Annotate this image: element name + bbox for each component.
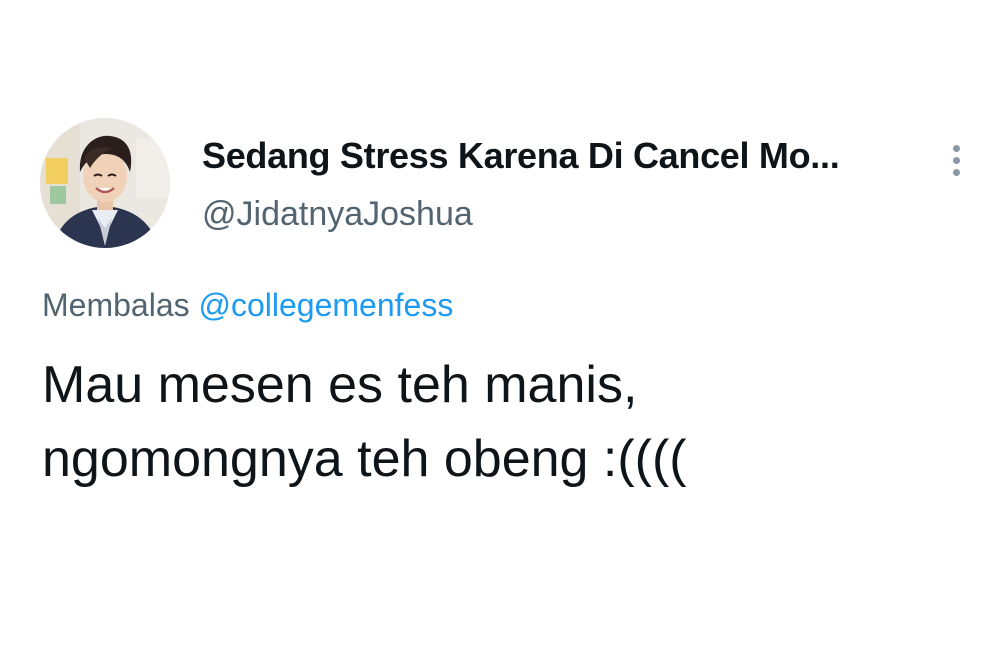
more-options-button[interactable] xyxy=(938,140,974,180)
replying-to: Membalas @collegemenfess xyxy=(42,285,453,325)
avatar[interactable] xyxy=(40,118,170,248)
profile-photo-icon xyxy=(40,118,170,248)
reply-mention-link[interactable]: @collegemenfess xyxy=(199,287,454,323)
tweet-text-line: ngomongnya teh obeng :(((( xyxy=(42,430,687,488)
author-info[interactable]: Sedang Stress Karena Di Cancel Mo... @Ji… xyxy=(202,134,922,234)
tweet-card[interactable]: Sedang Stress Karena Di Cancel Mo... @Ji… xyxy=(0,0,1000,667)
vertical-ellipsis-dot xyxy=(952,156,960,164)
vertical-ellipsis-dot xyxy=(952,168,960,176)
display-name[interactable]: Sedang Stress Karena Di Cancel Mo... xyxy=(202,134,922,178)
replying-to-label: Membalas xyxy=(42,287,190,323)
vertical-ellipsis-icon xyxy=(952,144,960,152)
tweet-text-line: Mau mesen es teh manis, xyxy=(42,356,638,414)
tweet-text: Mau mesen es teh manis, ngomongnya teh o… xyxy=(42,348,962,496)
user-handle[interactable]: @JidatnyaJoshua xyxy=(202,194,922,234)
